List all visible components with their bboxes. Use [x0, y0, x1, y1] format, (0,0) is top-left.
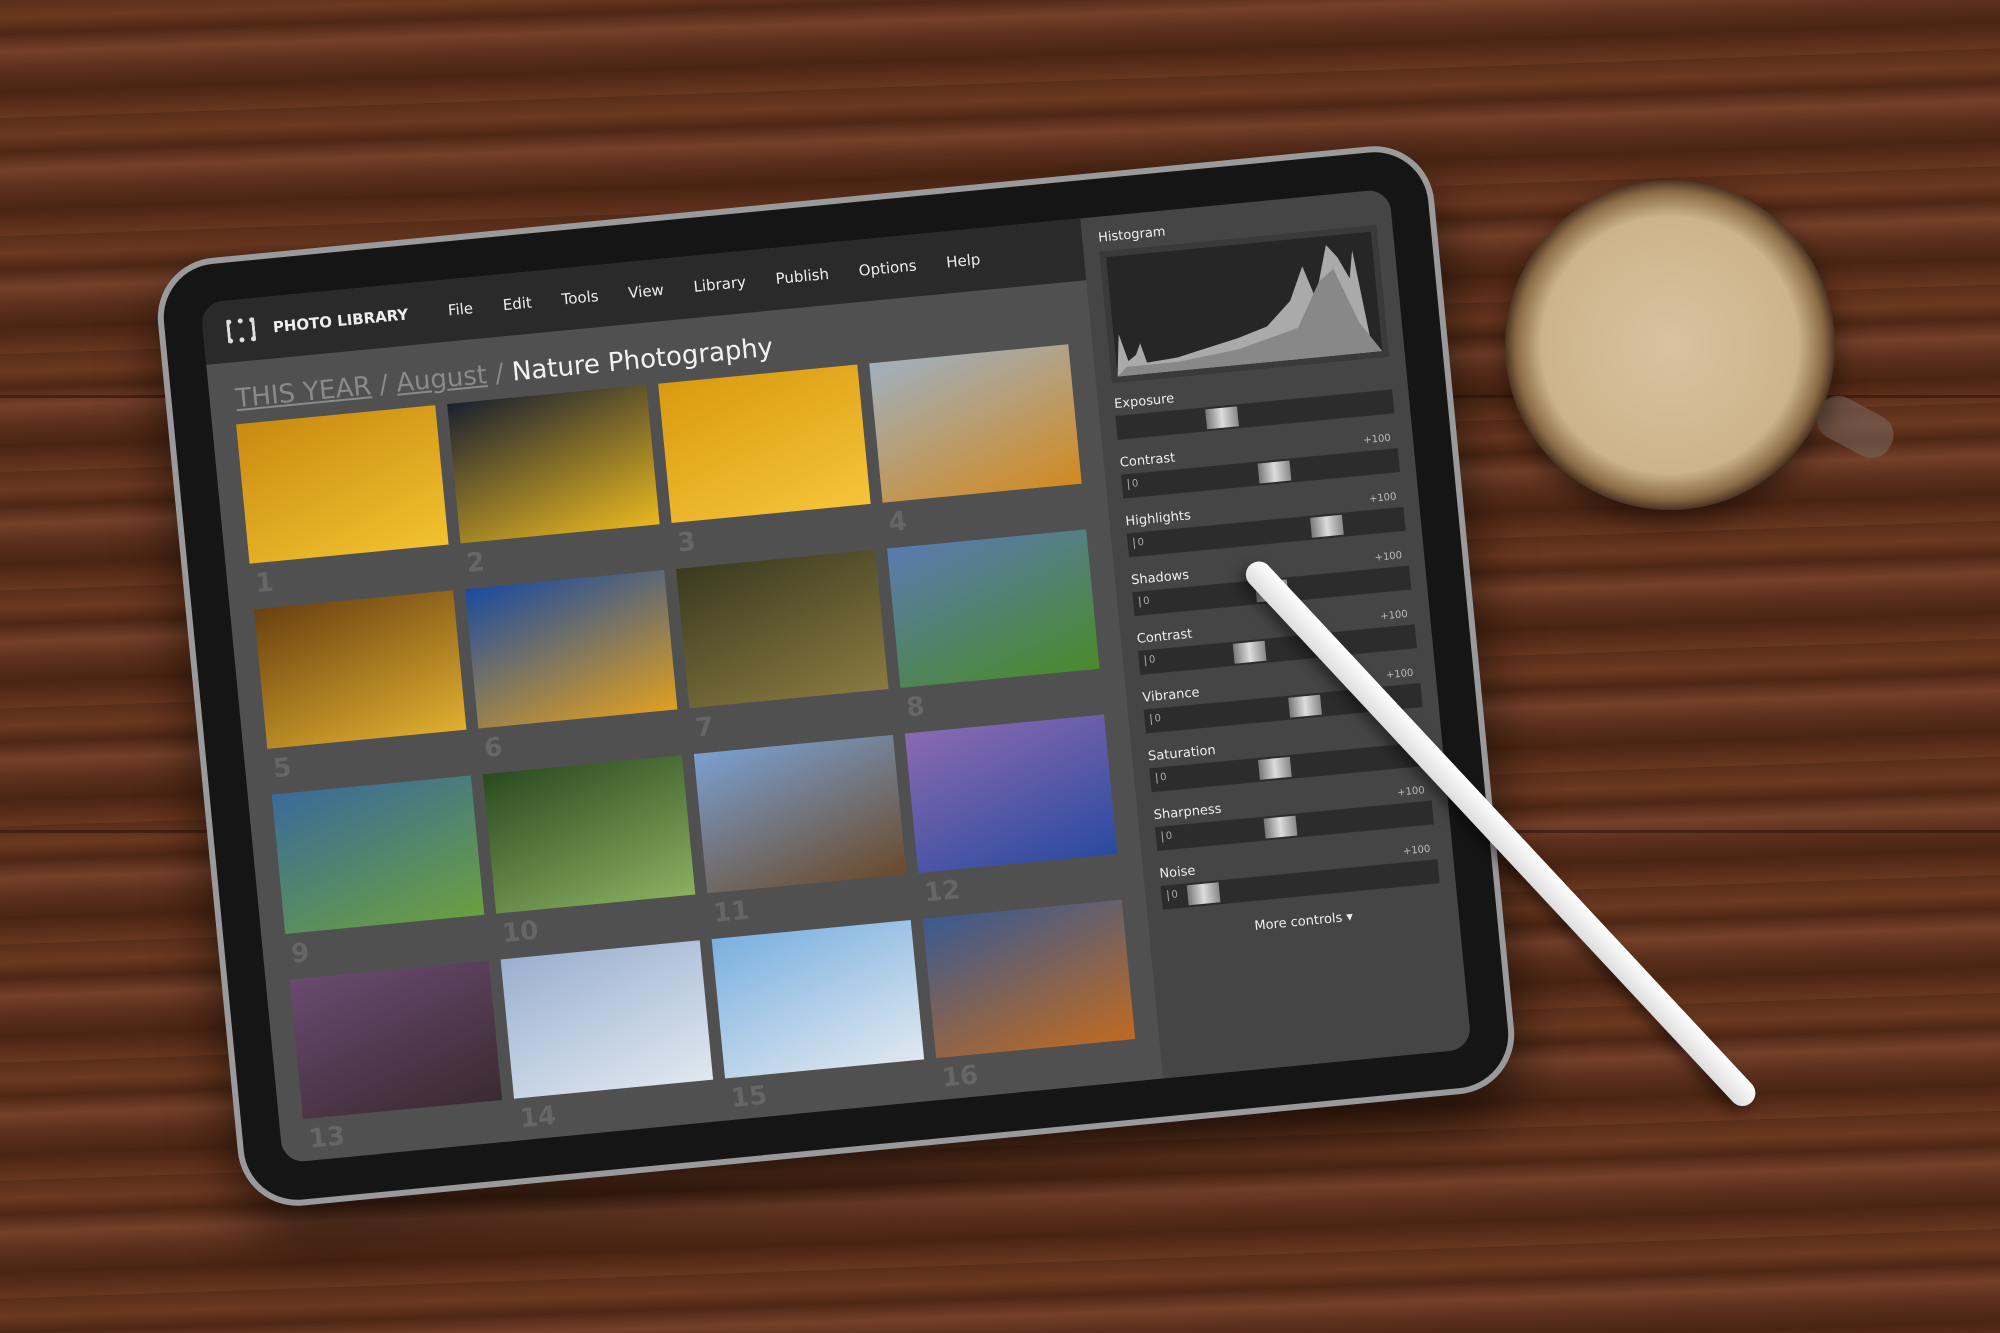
photo-cell: 13: [289, 960, 506, 1155]
photo-number: 7: [693, 712, 715, 744]
screen: PHOTO LIBRARY File Edit Tools View Library Pu…: [200, 188, 1472, 1164]
photo-cell: 12: [904, 714, 1121, 908]
control-highlights: Highlights 0 +100: [1125, 488, 1406, 558]
photo-thumbnail[interactable]: [482, 755, 696, 914]
menu-view[interactable]: View: [627, 281, 664, 302]
photo-cell: 9: [271, 775, 488, 969]
photo-cell: 11: [693, 734, 910, 929]
control-sharpness: Sharpness 0 +100: [1153, 782, 1434, 852]
photo-number: 6: [482, 732, 504, 764]
photo-cell: 8: [887, 529, 1103, 723]
control-saturation: Saturation0+100: [1147, 723, 1429, 793]
photo-number: 10: [500, 915, 540, 950]
photo-number: 1: [254, 567, 275, 600]
photo-thumbnail[interactable]: [904, 714, 1118, 874]
photo-cell: 5: [253, 590, 470, 784]
slider-min: 0: [1167, 889, 1179, 902]
photo-thumbnail[interactable]: [464, 569, 678, 729]
photo-number: 4: [887, 506, 909, 539]
more-controls-button[interactable]: More controls ▾: [1165, 901, 1443, 943]
separator: /: [377, 369, 390, 401]
more-controls-label: More controls: [1253, 910, 1344, 935]
tablet: PHOTO LIBRARY File Edit Tools View Library Pu…: [152, 140, 1520, 1212]
photo-thumbnail[interactable]: [658, 364, 871, 524]
menu-library[interactable]: Library: [693, 273, 747, 296]
photo-number: 14: [518, 1100, 558, 1135]
caret-down-icon: ▾: [1345, 909, 1354, 926]
control-noise: Noise 0 +100: [1159, 840, 1440, 910]
menu-options[interactable]: Options: [858, 256, 917, 279]
slider-knob[interactable]: [1257, 460, 1292, 484]
photo-cell: 3: [658, 364, 874, 559]
slider-knob[interactable]: [1204, 406, 1239, 430]
coffee-cup: [1505, 180, 1835, 510]
breadcrumb-this-year[interactable]: THIS YEAR: [234, 371, 372, 414]
slider-knob[interactable]: [1288, 694, 1323, 718]
photo-number: 3: [676, 526, 698, 559]
slider-min: 0: [1161, 830, 1173, 843]
photo-cell: 1: [236, 405, 452, 599]
photo-cell: 14: [500, 940, 717, 1134]
photo-cell: 15: [711, 919, 928, 1114]
menu-publish[interactable]: Publish: [775, 265, 830, 288]
slider-min: 0: [1155, 771, 1168, 784]
photo-grid: 1 2 3 4 5 6 7 8 9 10 11 12 13 14 15 16: [212, 342, 1158, 1155]
photo-grid-area: THIS YEAR / August / Nature Photography …: [206, 281, 1159, 1164]
control-contrast: Contrast 0 +100: [1136, 605, 1418, 675]
app-title: PHOTO LIBRARY: [272, 305, 410, 337]
photo-number: 9: [289, 937, 311, 970]
photo-number: 12: [922, 875, 962, 909]
menu-help[interactable]: Help: [945, 250, 981, 271]
slider-min: 0: [1133, 536, 1145, 549]
menu-tools[interactable]: Tools: [561, 287, 600, 308]
photo-thumbnail[interactable]: [271, 775, 485, 934]
slider-min: 0: [1138, 595, 1151, 608]
photo-cell: 6: [464, 569, 681, 764]
photo-number: 16: [940, 1060, 980, 1094]
breadcrumb-august[interactable]: August: [395, 360, 488, 399]
photo-thumbnail[interactable]: [447, 384, 660, 544]
slider-knob[interactable]: [1310, 514, 1344, 538]
photo-thumbnail[interactable]: [869, 344, 1082, 503]
photo-thumbnail[interactable]: [289, 960, 503, 1120]
photo-thumbnail[interactable]: [675, 549, 889, 709]
photo-cell: 4: [869, 344, 1085, 538]
photo-number: 11: [711, 895, 751, 929]
photo-number: 13: [307, 1121, 347, 1155]
photo-thumbnail[interactable]: [922, 899, 1136, 1059]
slider-min: 0: [1127, 478, 1139, 491]
photo-cell: 2: [447, 384, 663, 579]
film-icon: [226, 317, 257, 344]
control-exposure: Exposure: [1114, 370, 1395, 440]
photo-cell: 10: [482, 755, 699, 949]
photo-thumbnail[interactable]: [693, 734, 907, 894]
photo-thumbnail[interactable]: [500, 940, 714, 1099]
menu-file[interactable]: File: [447, 299, 474, 319]
separator: /: [493, 358, 506, 390]
control-contrast: Contrast 0 +100: [1119, 429, 1401, 499]
histogram: [1099, 225, 1389, 384]
photo-number: 5: [271, 752, 293, 785]
photo-thumbnail[interactable]: [253, 590, 467, 749]
photo-thumbnail[interactable]: [887, 529, 1100, 688]
photo-number: 2: [465, 547, 487, 579]
slider-knob[interactable]: [1186, 882, 1221, 906]
slider-knob[interactable]: [1263, 815, 1298, 839]
slider-knob[interactable]: [1258, 756, 1292, 780]
photo-thumbnail[interactable]: [711, 919, 925, 1079]
photo-number: 15: [729, 1080, 769, 1114]
photo-number: 8: [904, 691, 926, 724]
menu-edit[interactable]: Edit: [502, 293, 533, 314]
slider-min: 0: [1150, 713, 1162, 726]
photo-cell: 7: [675, 549, 892, 744]
slider-min: 0: [1144, 654, 1156, 667]
photo-cell: 16: [922, 899, 1139, 1094]
slider-knob[interactable]: [1232, 640, 1267, 664]
photo-thumbnail[interactable]: [236, 405, 449, 564]
